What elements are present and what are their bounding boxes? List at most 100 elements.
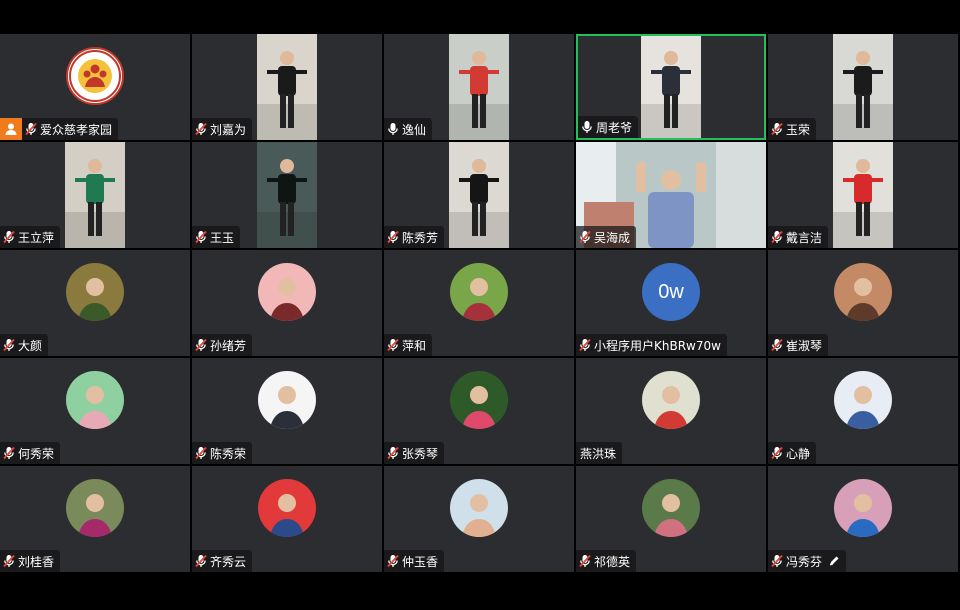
- participant-name: 心静: [786, 446, 811, 461]
- participant-name: 陈秀荣: [210, 446, 247, 461]
- participant-name: 吴海成: [594, 230, 631, 245]
- host-icon: [0, 118, 22, 140]
- participant-tile[interactable]: 张秀琴: [384, 358, 574, 464]
- participant-name: 逸仙: [402, 122, 427, 137]
- participant-tile[interactable]: 玉荣: [768, 34, 958, 140]
- participant-tile[interactable]: 刘嘉为: [192, 34, 382, 140]
- avatar: [450, 263, 508, 321]
- name-tag: 齐秀云: [192, 550, 253, 572]
- participant-tile[interactable]: 大颜: [0, 250, 190, 356]
- name-tag: 大颜: [0, 334, 49, 356]
- participant-tile[interactable]: 0w 小程序用户KhBRw70w: [576, 250, 766, 356]
- mic-muted-icon: [192, 550, 210, 572]
- participant-tile[interactable]: 冯秀芬: [768, 466, 958, 572]
- avatar-initials: 0w: [642, 263, 700, 321]
- mic-muted-icon: [768, 442, 786, 464]
- mic-muted-icon: [576, 334, 594, 356]
- participant-tile[interactable]: 陈秀芳: [384, 142, 574, 248]
- avatar: [642, 479, 700, 537]
- participant-video: [65, 142, 125, 248]
- participant-tile[interactable]: 王立萍: [0, 142, 190, 248]
- mic-muted-icon: [192, 118, 210, 140]
- mic-muted-icon: [768, 550, 786, 572]
- participant-tile[interactable]: 逸仙: [384, 34, 574, 140]
- participant-tile[interactable]: 爱众慈孝家园: [0, 34, 190, 140]
- mic-muted-icon: [384, 550, 402, 572]
- participant-name: 祁德英: [594, 554, 631, 569]
- mic-icon: [578, 116, 596, 138]
- name-tag: 何秀荣: [0, 442, 61, 464]
- name-tag: 陈秀芳: [384, 226, 445, 248]
- participant-video: [449, 142, 509, 248]
- participant-video: [833, 142, 893, 248]
- participant-video: [449, 34, 509, 140]
- mic-muted-icon: [192, 226, 210, 248]
- participant-tile[interactable]: 陈秀荣: [192, 358, 382, 464]
- avatar: [834, 263, 892, 321]
- avatar: [258, 479, 316, 537]
- mic-muted-icon: [768, 334, 786, 356]
- participant-tile[interactable]: 周老爷: [576, 34, 766, 140]
- participant-tile[interactable]: 刘桂香: [0, 466, 190, 572]
- avatar: [66, 263, 124, 321]
- name-tag: 崔淑琴: [768, 334, 829, 356]
- participant-tile[interactable]: 孙绪芳: [192, 250, 382, 356]
- name-tag: 王立萍: [0, 226, 61, 248]
- participant-name: 陈秀芳: [402, 230, 439, 245]
- participant-name: 爱众慈孝家园: [40, 122, 113, 137]
- mic-muted-icon: [0, 334, 18, 356]
- mic-muted-icon: [384, 334, 402, 356]
- participant-video: [641, 36, 701, 138]
- participant-tile[interactable]: 心静: [768, 358, 958, 464]
- participant-name: 仲玉香: [402, 554, 439, 569]
- participant-name: 燕洪珠: [580, 446, 617, 461]
- participant-name: 刘桂香: [18, 554, 55, 569]
- participant-tile[interactable]: 齐秀云: [192, 466, 382, 572]
- name-tag: 吴海成: [576, 226, 637, 248]
- avatar: [450, 371, 508, 429]
- avatar: [450, 479, 508, 537]
- participant-name: 张秀琴: [402, 446, 439, 461]
- participant-name: 何秀荣: [18, 446, 55, 461]
- name-tag: 戴言洁: [768, 226, 829, 248]
- participant-tile[interactable]: 燕洪珠: [576, 358, 766, 464]
- mic-muted-icon: [192, 334, 210, 356]
- avatar: [642, 371, 700, 429]
- avatar: [258, 263, 316, 321]
- mic-muted-icon: [192, 442, 210, 464]
- name-tag: 周老爷: [578, 116, 639, 138]
- name-tag: 燕洪珠: [576, 442, 623, 464]
- mic-muted-icon: [384, 226, 402, 248]
- participant-tile[interactable]: 崔淑琴: [768, 250, 958, 356]
- mic-muted-icon: [0, 226, 18, 248]
- avatar: [834, 479, 892, 537]
- participant-name: 王立萍: [18, 230, 55, 245]
- mic-muted-icon: [0, 442, 18, 464]
- participant-name: 崔淑琴: [786, 338, 823, 353]
- participant-video: [833, 34, 893, 140]
- participant-name: 萍和: [402, 338, 427, 353]
- pencil-icon[interactable]: [828, 555, 840, 567]
- participant-tile[interactable]: 萍和: [384, 250, 574, 356]
- participant-tile[interactable]: 戴言洁: [768, 142, 958, 248]
- name-tag: 逸仙: [384, 118, 433, 140]
- participant-video: [257, 34, 317, 140]
- participant-tile[interactable]: 王玉: [192, 142, 382, 248]
- name-tag: 爱众慈孝家园: [0, 118, 119, 140]
- organization-logo: [66, 47, 124, 105]
- participant-name: 小程序用户KhBRw70w: [594, 338, 721, 353]
- name-tag: 萍和: [384, 334, 433, 356]
- participant-name: 大颜: [18, 338, 43, 353]
- participant-tile[interactable]: 吴海成: [576, 142, 766, 248]
- participant-tile[interactable]: 祁德英: [576, 466, 766, 572]
- name-tag: 冯秀芬: [768, 550, 847, 572]
- name-tag: 孙绪芳: [192, 334, 253, 356]
- participant-tile[interactable]: 何秀荣: [0, 358, 190, 464]
- participant-tile[interactable]: 仲玉香: [384, 466, 574, 572]
- participant-name: 王玉: [210, 230, 235, 245]
- name-tag: 小程序用户KhBRw70w: [576, 334, 727, 356]
- participant-grid: 爱众慈孝家园 刘嘉为 逸仙 周老爷 玉荣王立萍 王玉 陈秀芳 吴海成 戴言洁大颜 孙绪芳 萍和 0w 小…: [0, 34, 960, 575]
- avatar: [66, 479, 124, 537]
- name-tag: 心静: [768, 442, 817, 464]
- avatar: [258, 371, 316, 429]
